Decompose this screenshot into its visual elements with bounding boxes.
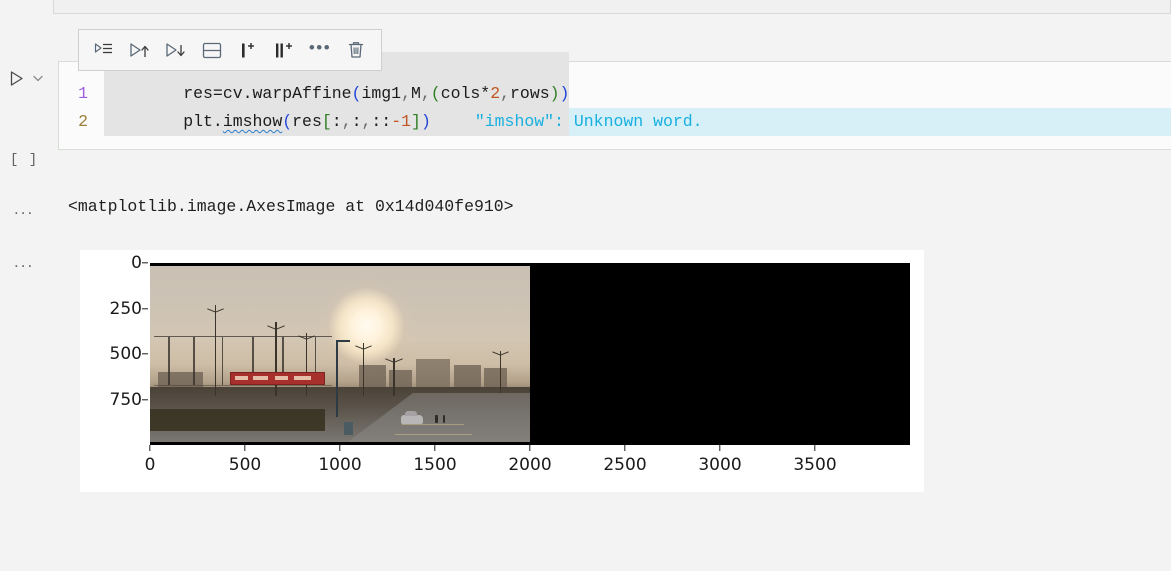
x-tick-mark — [624, 445, 626, 451]
misspelled-token[interactable]: imshow — [223, 112, 282, 131]
split-cell-glyph — [202, 42, 222, 58]
photo-tree — [362, 343, 365, 397]
chevron-down-icon[interactable] — [31, 71, 45, 85]
x-tick-label: 500 — [228, 455, 262, 475]
x-tick-mark — [529, 445, 531, 451]
run-below-glyph — [166, 42, 185, 57]
more-actions-icon[interactable]: ••• — [303, 34, 337, 66]
execute-cell-and-below-icon[interactable] — [159, 34, 193, 66]
token: ) — [559, 84, 570, 103]
insert-cell-above-icon[interactable] — [231, 34, 265, 66]
token: cols — [440, 84, 481, 103]
y-tick-mark — [142, 353, 148, 355]
photo-building — [416, 359, 451, 388]
x-tick-mark — [434, 445, 436, 451]
x-tick-label: 3500 — [793, 455, 837, 475]
photo-tree — [214, 304, 217, 397]
photo-person — [442, 414, 446, 423]
photo-sky — [150, 266, 530, 442]
token: 2 — [490, 84, 501, 103]
token: : — [351, 112, 362, 131]
token: ) — [549, 84, 560, 103]
y-tick-mark — [142, 307, 148, 310]
token: rows — [510, 84, 550, 103]
previous-cell[interactable] — [53, 0, 1171, 14]
photo-person — [435, 414, 438, 423]
x-tick-mark — [719, 445, 721, 451]
token: res — [292, 112, 322, 131]
delete-cell-icon[interactable] — [339, 34, 373, 66]
play-icon — [10, 70, 23, 86]
run-above-glyph — [130, 42, 149, 57]
more-actions-glyph: ••• — [308, 37, 332, 57]
insert-cell-below-icon[interactable] — [267, 34, 301, 66]
y-tick-label: 500 — [109, 344, 142, 364]
output-prompt-2: ... — [14, 252, 35, 271]
y-tick-mark — [142, 262, 148, 264]
token: ) — [420, 112, 431, 131]
add-cell-below-glyph — [276, 42, 292, 57]
photo-car — [400, 411, 423, 425]
photo-tree — [499, 350, 502, 397]
photo-tree — [305, 332, 308, 397]
token: , — [341, 112, 352, 131]
token: * — [480, 84, 491, 103]
photo-trash-bin — [343, 421, 353, 435]
y-axis-labels: 0 250 500 750 — [80, 250, 142, 492]
photo-building — [484, 368, 508, 388]
x-tick-label: 0 — [144, 455, 156, 475]
execution-count: [ ] — [10, 152, 39, 168]
x-tick-label: 1500 — [413, 455, 457, 475]
spell-warning-message: "imshow": Unknown word. — [474, 112, 703, 131]
y-tick-label: 0 — [131, 253, 142, 273]
run-advance-glyph — [94, 43, 112, 54]
cell-toolbar: ••• — [78, 29, 382, 71]
line-number: 1 — [78, 84, 88, 103]
photo-banner — [229, 371, 325, 385]
notebook-screen: [ ] ... ... ••• 1 res=cv.warpAffine(img1… — [0, 0, 1171, 571]
token: ( — [282, 112, 293, 131]
token: :: — [371, 112, 392, 131]
photo-streetlamp — [336, 339, 351, 418]
line-2-tokens[interactable]: plt.imshow(res[:,:,::-1]) — [104, 80, 431, 164]
x-tick-mark — [339, 445, 341, 451]
imshow-axes — [150, 263, 910, 445]
x-tick-label: 2500 — [603, 455, 647, 475]
output-prompt-1: ... — [14, 199, 35, 218]
token: [ — [321, 112, 332, 131]
x-axis: 0 500 1000 1500 2000 2500 3000 3500 — [145, 445, 910, 485]
x-tick-mark — [244, 445, 246, 451]
photo-hedge — [150, 408, 325, 432]
photo-region — [150, 266, 530, 442]
token: , — [361, 112, 372, 131]
token: plt. — [183, 112, 223, 131]
photo-building — [454, 364, 481, 388]
code-line-2[interactable]: 2 plt.imshow(res[:,:,::-1]) "imshow": Un… — [60, 108, 1171, 136]
code-editor[interactable]: 1 res=cv.warpAffine(img1,M,(cols*2,rows)… — [60, 52, 1171, 138]
token: ] — [411, 112, 421, 131]
y-tick-label: 750 — [109, 389, 142, 410]
add-cell-above-glyph — [242, 42, 254, 57]
execute-above-cells-icon[interactable] — [123, 34, 157, 66]
x-tick-mark — [149, 445, 151, 451]
x-tick-mark — [814, 445, 816, 451]
x-tick-label: 3000 — [698, 455, 742, 475]
trash-glyph — [348, 42, 364, 58]
y-tick-mark — [142, 398, 148, 401]
x-tick-label: 2000 — [508, 455, 552, 475]
token: ( — [430, 84, 441, 103]
run-cell-button[interactable] — [8, 65, 52, 91]
photo-tree — [393, 357, 395, 397]
split-cell-icon[interactable] — [195, 34, 229, 66]
output-repr-text: <matplotlib.image.AxesImage at 0x14d040f… — [68, 197, 514, 216]
y-tick-label: 250 — [109, 298, 142, 319]
execute-cell-and-advance-icon[interactable] — [87, 34, 121, 66]
photo-tree — [275, 322, 277, 397]
token: -1 — [391, 112, 412, 131]
x-tick-label: 1000 — [318, 455, 362, 475]
token: : — [331, 112, 342, 131]
line-number: 2 — [78, 112, 88, 131]
matplotlib-figure: 0 250 500 750 0 500 1000 1500 2000 2500 … — [80, 250, 924, 492]
token: , — [500, 84, 511, 103]
